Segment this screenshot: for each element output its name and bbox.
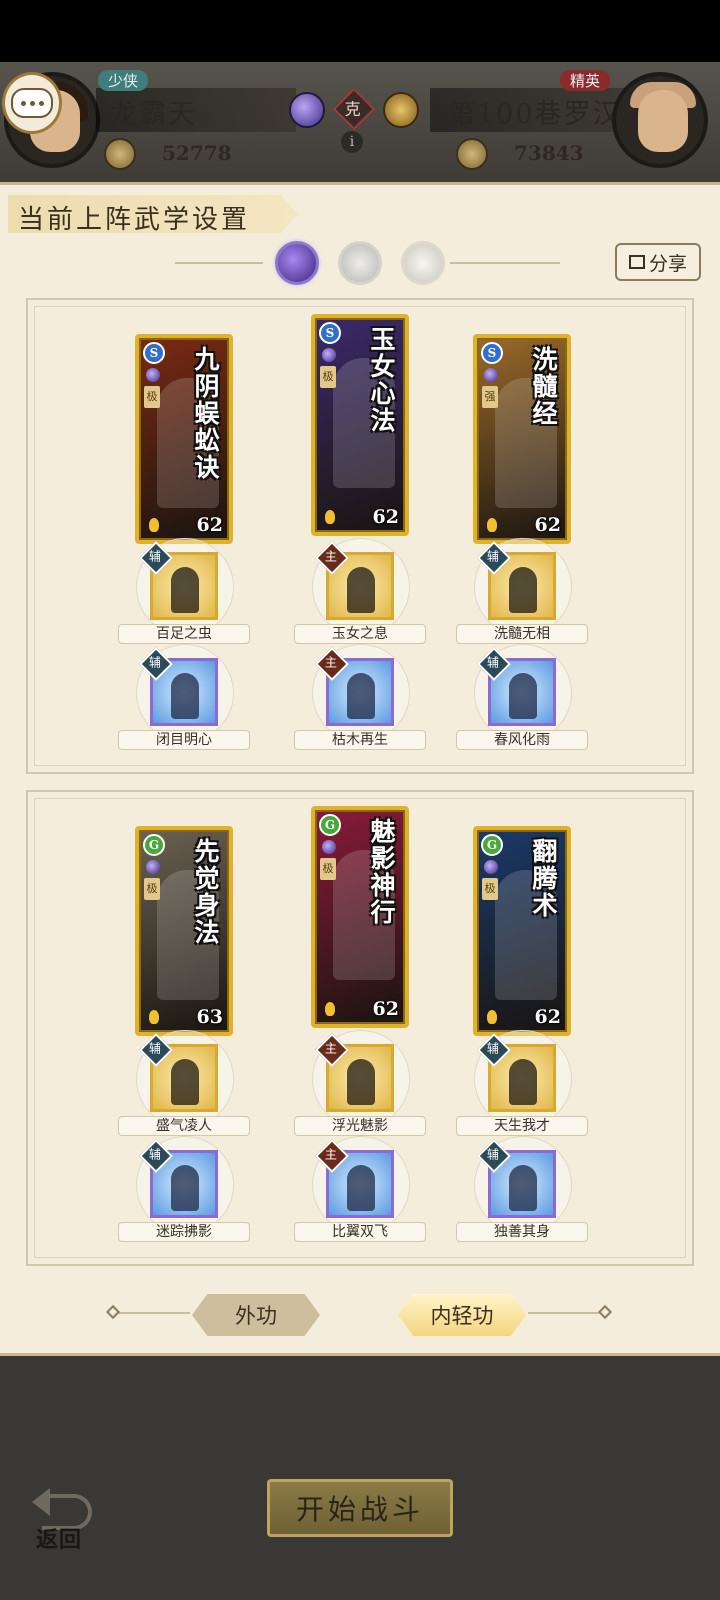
- opponent-avatar[interactable]: [612, 72, 708, 168]
- card-level: 62: [372, 998, 399, 1020]
- panel-title: 当前上阵武学设置: [18, 205, 251, 235]
- skill-name: 天生我才: [456, 1116, 588, 1136]
- status-bar: [0, 0, 720, 62]
- card-name: 洗髓经: [529, 346, 558, 427]
- start-battle-button[interactable]: 开始战斗: [267, 1479, 453, 1537]
- moon-element-tab[interactable]: [275, 241, 319, 285]
- card-level: 62: [372, 506, 399, 528]
- grade-badge: 极: [482, 878, 498, 900]
- skill-name: 玉女之息: [294, 624, 426, 644]
- skill-name: 独善其身: [456, 1222, 588, 1242]
- inner-card[interactable]: S 强 洗髓经 62: [473, 334, 571, 544]
- player-rank: 少侠: [98, 70, 149, 91]
- flame-icon: [325, 1002, 335, 1016]
- skill-type-icon: G: [319, 814, 341, 836]
- card-name: 玉女心法: [367, 326, 396, 434]
- skill-name: 迷踪拂影: [118, 1222, 250, 1242]
- skill-type-icon: S: [481, 342, 503, 364]
- card-name: 翻腾术: [529, 838, 558, 919]
- chat-icon: [11, 88, 53, 118]
- skill-name: 闭目明心: [118, 730, 250, 750]
- divider: [114, 1312, 190, 1314]
- moon-icon: [146, 860, 160, 874]
- flame-icon: [149, 1010, 159, 1024]
- card-level: 62: [534, 514, 561, 536]
- info-icon[interactable]: i: [341, 131, 363, 153]
- opponent-rank: 精英: [560, 70, 611, 91]
- flame-icon: [325, 510, 335, 524]
- card-name: 先觉身法: [191, 838, 220, 946]
- skill-type-icon: S: [319, 322, 341, 344]
- moon-icon: [484, 368, 498, 382]
- power-icon: [456, 138, 488, 170]
- moon-icon: [322, 348, 336, 362]
- opponent-name: 第100巷罗汉: [448, 99, 622, 130]
- player-power: 52778: [162, 141, 232, 165]
- tab-inner-qinggong[interactable]: 内轻功: [398, 1294, 526, 1336]
- card-level: 62: [534, 1006, 561, 1028]
- card-name: 魅影神行: [367, 818, 396, 926]
- share-button[interactable]: 分享: [615, 243, 701, 281]
- moon-icon: [322, 840, 336, 854]
- grade-badge: 极: [320, 366, 336, 388]
- skill-name: 浮光魅影: [294, 1116, 426, 1136]
- qinggong-card[interactable]: G 极 魅影神行 62: [311, 806, 409, 1028]
- player-name: 龙霸天: [110, 99, 197, 130]
- grade-badge: 极: [144, 386, 160, 408]
- flame-icon: [487, 518, 497, 532]
- grade-badge: 极: [144, 878, 160, 900]
- sun-element-icon: [383, 92, 419, 128]
- share-icon: [628, 255, 645, 269]
- skill-type-icon: S: [143, 342, 165, 364]
- card-level: 63: [196, 1006, 223, 1028]
- skill-name: 盛气凌人: [118, 1116, 250, 1136]
- grade-badge: 强: [482, 386, 498, 408]
- qinggong-card[interactable]: G 极 翻腾术 62: [473, 826, 571, 1036]
- grade-badge: 极: [320, 858, 336, 880]
- flame-icon: [149, 518, 159, 532]
- card-level: 62: [196, 514, 223, 536]
- inner-card[interactable]: S 极 玉女心法 62: [311, 314, 409, 536]
- divider: [175, 262, 263, 264]
- divider: [528, 1312, 604, 1314]
- moon-element-icon: [289, 92, 325, 128]
- skill-name: 春风化雨: [456, 730, 588, 750]
- flame-icon: [487, 1010, 497, 1024]
- skill-type-icon: G: [481, 834, 503, 856]
- moon-icon: [146, 368, 160, 382]
- sun-element-tab[interactable]: [338, 241, 382, 285]
- divider: [450, 262, 560, 264]
- qinggong-card[interactable]: G 极 先觉身法 63: [135, 826, 233, 1036]
- skill-type-icon: G: [143, 834, 165, 856]
- card-name: 九阴蜈蚣诀: [191, 346, 220, 481]
- share-label: 分享: [648, 252, 687, 275]
- tab-outer-skill[interactable]: 外功: [192, 1294, 320, 1336]
- moon-icon: [484, 860, 498, 874]
- skill-name: 枯木再生: [294, 730, 426, 750]
- skill-name: 比翼双飞: [294, 1222, 426, 1242]
- power-icon: [104, 138, 136, 170]
- back-button[interactable]: 返回: [30, 1488, 106, 1553]
- skill-name: 洗髓无相: [456, 624, 588, 644]
- inner-card[interactable]: S 极 九阴蜈蚣诀 62: [135, 334, 233, 544]
- opponent-power: 73843: [514, 141, 584, 165]
- back-label: 返回: [36, 1527, 83, 1553]
- chat-button[interactable]: [2, 72, 62, 134]
- crescent-element-tab[interactable]: [401, 241, 445, 285]
- skill-name: 百足之虫: [118, 624, 250, 644]
